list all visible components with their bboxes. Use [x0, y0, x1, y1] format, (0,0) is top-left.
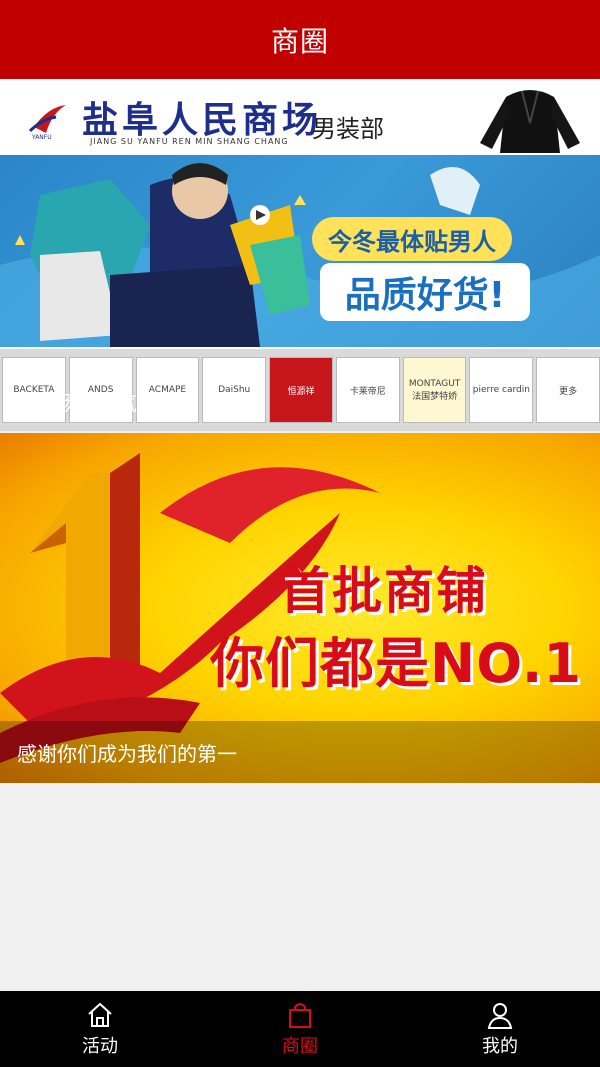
page-title: 商圈	[270, 24, 329, 58]
slogan-top: 今冬最体贴男人	[312, 217, 512, 261]
banner-headline-2: 你们都是NO.1	[210, 632, 582, 695]
slogan-bottom: 品质好货!	[320, 263, 530, 321]
tab-label: 我的	[482, 1036, 518, 1057]
header-bar: 商圈	[0, 0, 600, 79]
home-icon	[88, 1002, 112, 1027]
tab-label: 商圈	[282, 1036, 318, 1057]
store-logo-text: 盐阜人民商场	[82, 99, 323, 141]
shopping-bag-icon	[289, 1003, 311, 1028]
department-label: 男装部	[312, 115, 384, 143]
banner-headline-1: 首批商铺	[280, 562, 488, 620]
promo-card-menswear[interactable]: YANFU 盐阜人民商场 JIANG SU YANFU REN MIN SHAN…	[0, 79, 600, 431]
promo-card-first-shops[interactable]: 首批商铺 你们都是NO.1 感谢你们成为我们的第一	[0, 433, 600, 783]
card-caption: 感谢你们成为我们的第一	[0, 721, 600, 783]
tab-label: 活动	[82, 1036, 118, 1057]
store-logo-icon: YANFU	[28, 105, 66, 141]
tab-activities[interactable]: 活动	[0, 991, 200, 1067]
jacket-image	[480, 90, 580, 153]
store-logo-strip: YANFU 盐阜人民商场 JIANG SU YANFU REN MIN SHAN…	[0, 79, 600, 155]
store-logo-pinyin: JIANG SU YANFU REN MIN SHANG CHANG	[90, 137, 289, 146]
logo-sub-text: YANFU	[31, 134, 52, 141]
user-icon	[487, 1003, 513, 1029]
fashion-banner-image: 今冬最体贴男人 品质好货!	[0, 155, 600, 347]
tab-profile[interactable]: 我的	[400, 991, 600, 1067]
tab-business-circle[interactable]: 商圈	[200, 991, 400, 1067]
card-caption: 有排场更有气场	[17, 390, 157, 415]
bottom-tab-bar: 活动 商圈 我的	[0, 991, 600, 1067]
